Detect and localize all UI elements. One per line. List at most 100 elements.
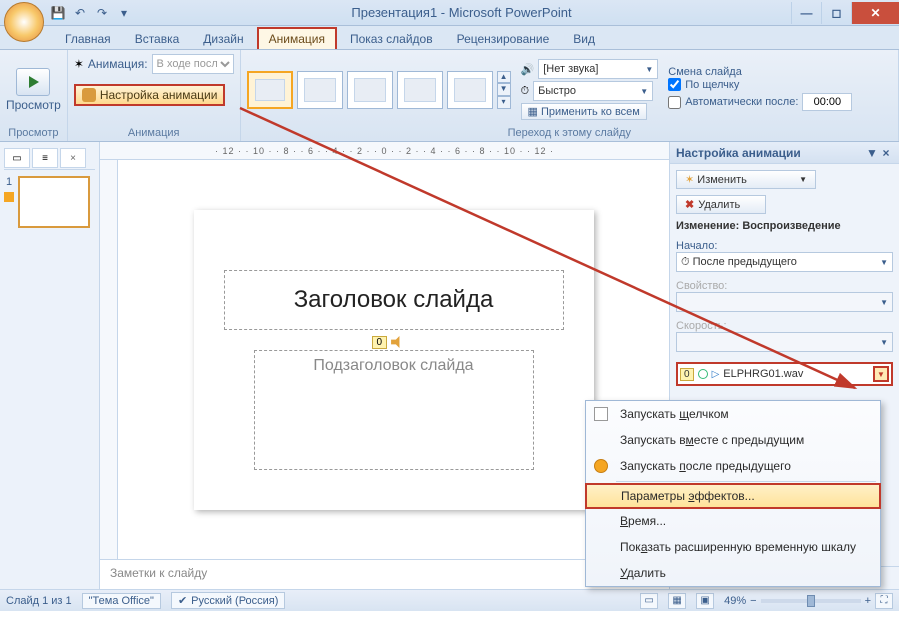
- change-effect-button[interactable]: ✶ Изменить ▼: [676, 170, 816, 189]
- speed-select[interactable]: Быстро▼: [533, 81, 653, 101]
- qat-dropdown-icon[interactable]: ▾: [116, 5, 132, 21]
- speaker-icon: [391, 336, 403, 348]
- zoom-value: 49%: [724, 595, 746, 607]
- gear-icon: [82, 88, 96, 102]
- taskpane-dropdown-icon[interactable]: ▼: [865, 146, 879, 160]
- close-button[interactable]: ✕: [851, 2, 899, 24]
- tp-speed-label: Скорость:: [676, 320, 893, 332]
- taskpane-title: Настройка анимации: [676, 146, 801, 160]
- start-label: Начало:: [676, 240, 893, 252]
- ribbon-tabs: Главная Вставка Дизайн Анимация Показ сл…: [0, 26, 899, 50]
- preview-label: Просмотр: [6, 98, 61, 112]
- tab-slideshow[interactable]: Показ слайдов: [339, 28, 444, 49]
- tab-review[interactable]: Рецензирование: [446, 28, 561, 49]
- minimize-button[interactable]: —: [791, 2, 821, 24]
- slide-navigator: ▭ ≡ × 1: [0, 142, 100, 589]
- mouse-icon: [594, 407, 608, 421]
- start-select[interactable]: ⏱ После предыдущего▼: [676, 252, 893, 272]
- zoom-in-button[interactable]: +: [865, 595, 871, 607]
- notes-pane[interactable]: Заметки к слайду: [100, 559, 669, 589]
- tab-animation[interactable]: Анимация: [257, 27, 337, 49]
- view-normal-button[interactable]: ▭: [640, 593, 658, 609]
- group-label-preview: Просмотр: [6, 125, 61, 139]
- sound-select[interactable]: [Нет звука]▼: [538, 59, 658, 79]
- gallery-scroll[interactable]: ▲▼▾: [497, 71, 511, 109]
- save-icon[interactable]: 💾: [50, 5, 66, 21]
- title-bar: 💾 ↶ ↷ ▾ Презентация1 - Microsoft PowerPo…: [0, 0, 899, 26]
- ctx-start-on-click[interactable]: Запускать щелчком: [586, 401, 880, 427]
- animate-label-icon: ✶: [74, 57, 84, 71]
- ctx-delete[interactable]: Удалить: [586, 560, 880, 586]
- change-title: Смена слайда: [668, 66, 852, 78]
- undo-icon[interactable]: ↶: [72, 5, 88, 21]
- zoom-slider[interactable]: [761, 599, 861, 603]
- transition-1[interactable]: [297, 71, 343, 109]
- ribbon: Просмотр Просмотр ✶ Анимация: В ходе пос…: [0, 50, 899, 142]
- slide-thumbnail-1[interactable]: [18, 176, 90, 228]
- ruler-vertical: [100, 160, 118, 559]
- zoom-control: 49% − + ⛶: [724, 593, 893, 609]
- apply-icon: ▦: [528, 105, 538, 118]
- play-icon: [29, 76, 39, 88]
- auto-after-label: Автоматически после:: [685, 96, 798, 108]
- transition-none[interactable]: [247, 71, 293, 109]
- apply-all-button[interactable]: ▦ Применить ко всем: [521, 103, 647, 120]
- view-sorter-button[interactable]: ▦: [668, 593, 686, 609]
- animation-indicator-icon: [4, 192, 14, 202]
- anim-order-badge: 0: [372, 336, 388, 349]
- fit-window-button[interactable]: ⛶: [875, 593, 893, 609]
- auto-after-check[interactable]: [668, 96, 681, 109]
- auto-after-time[interactable]: [802, 93, 852, 111]
- quick-access-toolbar: 💾 ↶ ↷ ▾: [50, 5, 132, 21]
- group-label-transition: Переход к этому слайду: [247, 125, 892, 139]
- anim-dropdown-button[interactable]: ▼: [873, 366, 889, 382]
- clock-icon: [698, 369, 708, 379]
- maximize-button[interactable]: ◻: [821, 2, 851, 24]
- tab-home[interactable]: Главная: [54, 28, 122, 49]
- animation-list-item[interactable]: 0 ▷ ELPHRG01.wav ▼: [676, 362, 893, 386]
- lang-icon: ✔: [178, 594, 187, 607]
- effect-section-title: Изменение: Воспроизведение: [676, 220, 893, 232]
- status-slide: Слайд 1 из 1: [6, 595, 72, 607]
- animate-select[interactable]: В ходе посл...: [152, 54, 234, 74]
- property-select: ▼: [676, 292, 893, 312]
- subtitle-placeholder[interactable]: Подзаголовок слайда: [254, 350, 534, 470]
- custom-animation-button[interactable]: Настройка анимации: [74, 84, 226, 106]
- office-button[interactable]: [4, 2, 44, 42]
- ruler-horizontal: · 12 · · 10 · · 8 · · 6 · · 4 · · 2 · · …: [100, 142, 669, 160]
- close-nav-tab[interactable]: ×: [60, 148, 86, 168]
- ctx-start-with-previous[interactable]: Запускать вместе с предыдущим: [586, 427, 880, 453]
- tab-insert[interactable]: Вставка: [124, 28, 191, 49]
- transition-options: 🔊 [Нет звука]▼ ⏱ Быстро▼ ▦ Применить ко …: [521, 59, 659, 120]
- view-slideshow-button[interactable]: ▣: [696, 593, 714, 609]
- zoom-out-button[interactable]: −: [750, 595, 756, 607]
- status-theme[interactable]: "Тема Office": [82, 593, 161, 609]
- ctx-show-timeline[interactable]: Показать расширенную временную шкалу: [586, 534, 880, 560]
- group-label-animation: Анимация: [74, 125, 234, 139]
- ctx-timing[interactable]: Время...: [586, 508, 880, 534]
- redo-icon[interactable]: ↷: [94, 5, 110, 21]
- on-click-check[interactable]: [668, 78, 681, 91]
- custom-animation-label: Настройка анимации: [100, 88, 218, 102]
- title-placeholder[interactable]: Заголовок слайда: [224, 270, 564, 330]
- status-language[interactable]: ✔ Русский (Россия): [171, 592, 286, 609]
- transition-3[interactable]: [397, 71, 443, 109]
- tab-view[interactable]: Вид: [562, 28, 606, 49]
- tab-design[interactable]: Дизайн: [192, 28, 254, 49]
- transition-4[interactable]: [447, 71, 493, 109]
- slide-number: 1: [6, 176, 12, 188]
- taskpane-close-icon[interactable]: ×: [879, 146, 893, 160]
- transition-gallery[interactable]: ▲▼▾: [247, 71, 511, 109]
- outline-tab[interactable]: ≡: [32, 148, 58, 168]
- delete-effect-button[interactable]: ✖Удалить: [676, 195, 766, 214]
- preview-button[interactable]: Просмотр: [6, 68, 61, 112]
- slides-tab[interactable]: ▭: [4, 148, 30, 168]
- ctx-effect-options[interactable]: Параметры эффектов...: [585, 483, 881, 509]
- slide: Заголовок слайда 0 Подзаголовок слайда: [194, 210, 594, 510]
- transition-2[interactable]: [347, 71, 393, 109]
- clock-icon: [594, 459, 608, 473]
- slide-change-options: Смена слайда По щелчку Автоматически пос…: [668, 66, 852, 113]
- ctx-start-after-previous[interactable]: Запускать после предыдущего: [586, 453, 880, 479]
- animate-label: Анимация:: [88, 57, 148, 71]
- group-preview: Просмотр Просмотр: [0, 50, 68, 141]
